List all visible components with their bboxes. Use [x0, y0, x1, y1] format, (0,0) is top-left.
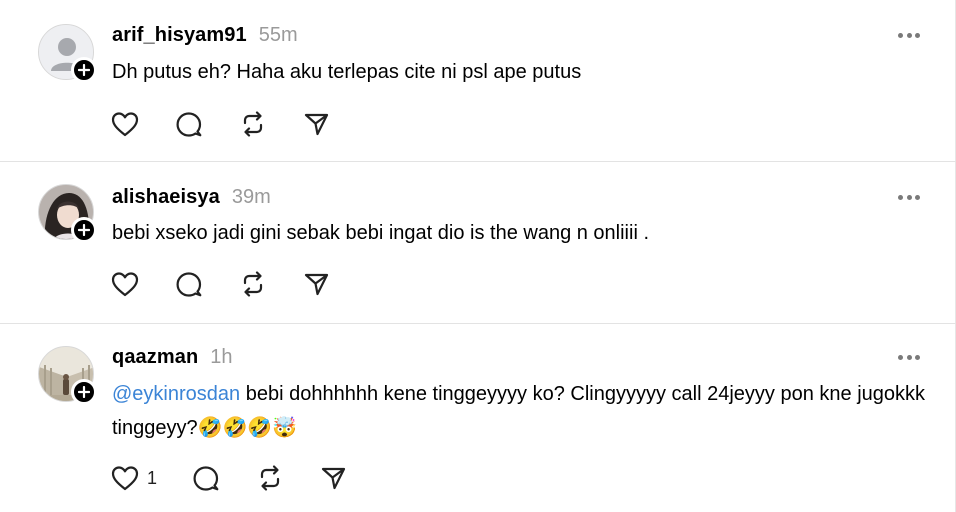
send-icon: [304, 113, 329, 136]
follow-plus-icon[interactable]: [71, 57, 97, 83]
like-button[interactable]: [110, 269, 140, 299]
reply-button[interactable]: [174, 269, 204, 299]
post-text: Dh putus eh? Haha aku terlepas cite ni p…: [112, 55, 932, 89]
repost-icon: [243, 111, 263, 137]
username[interactable]: qaazman: [112, 346, 198, 369]
more-dots-icon[interactable]: [898, 30, 920, 40]
share-button[interactable]: [302, 109, 332, 139]
post-body: Dh putus eh? Haha aku terlepas cite ni p…: [112, 61, 582, 83]
heart-icon: [111, 466, 139, 491]
action-bar: 1: [110, 463, 383, 493]
repost-button[interactable]: [255, 463, 285, 493]
comment-bubble-icon: [193, 466, 219, 491]
more-dots-icon[interactable]: [898, 192, 920, 202]
repost-icon: [260, 465, 280, 491]
heart-icon: [111, 112, 139, 137]
reply-button[interactable]: [174, 109, 204, 139]
action-bar: [110, 269, 366, 299]
mention-link[interactable]: @eykinrosdan: [112, 383, 240, 405]
timestamp[interactable]: 55m: [259, 24, 298, 47]
reply-post: arif_hisyam91 55m Dh putus eh? Haha aku …: [0, 0, 956, 162]
repost-button[interactable]: [238, 109, 268, 139]
action-bar: [110, 109, 366, 139]
username[interactable]: arif_hisyam91: [112, 24, 247, 47]
like-count: 1: [147, 467, 158, 488]
username[interactable]: alishaeisya: [112, 186, 220, 209]
share-button[interactable]: [319, 463, 349, 493]
repost-button[interactable]: [238, 269, 268, 299]
like-button[interactable]: 1: [110, 463, 157, 493]
reply-post: alishaeisya 39m bebi xseko jadi gini seb…: [0, 162, 956, 324]
send-icon: [304, 273, 329, 296]
post-body: bebi xseko jadi gini sebak bebi ingat di…: [112, 222, 650, 244]
comment-bubble-icon: [176, 272, 202, 297]
thread-replies-feed: arif_hisyam91 55m Dh putus eh? Haha aku …: [0, 0, 956, 512]
heart-icon: [111, 272, 139, 297]
share-button[interactable]: [302, 269, 332, 299]
follow-plus-icon[interactable]: [71, 217, 97, 243]
follow-plus-icon[interactable]: [71, 379, 97, 405]
reply-button[interactable]: [191, 463, 221, 493]
more-dots-icon[interactable]: [898, 352, 920, 362]
timestamp[interactable]: 1h: [210, 346, 232, 369]
avatar-container[interactable]: [38, 184, 97, 243]
avatar-container[interactable]: [38, 24, 97, 83]
post-text: @eykinrosdan bebi dohhhhhh kene tinggeyy…: [112, 377, 932, 445]
repost-icon: [243, 271, 263, 297]
post-text: bebi xseko jadi gini sebak bebi ingat di…: [112, 216, 932, 250]
post-header: arif_hisyam91 55m: [112, 24, 298, 47]
like-button[interactable]: [110, 109, 140, 139]
post-header: qaazman 1h: [112, 346, 233, 369]
post-header: alishaeisya 39m: [112, 186, 271, 209]
reply-post: qaazman 1h @eykinrosdan bebi dohhhhhh ke…: [0, 324, 956, 512]
avatar-container[interactable]: [38, 346, 97, 405]
comment-bubble-icon: [176, 112, 202, 137]
send-icon: [321, 467, 346, 490]
timestamp[interactable]: 39m: [232, 186, 271, 209]
